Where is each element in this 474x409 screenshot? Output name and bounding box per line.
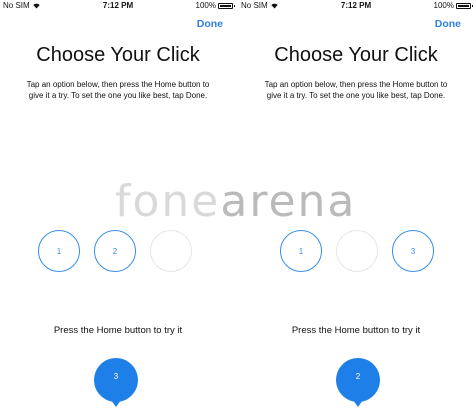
bubble-shape — [94, 358, 138, 407]
battery-group: 100% — [195, 1, 235, 10]
click-option-3[interactable]: 3 — [392, 230, 434, 272]
done-button[interactable]: Done — [435, 18, 461, 30]
screen-left: No SIM 7:12 PM 100% Done Choose Your Cli… — [0, 0, 236, 409]
comparison-canvas: No SIM 7:12 PM 100% Done Choose Your Cli… — [0, 0, 474, 409]
result-bubble: 2 — [336, 358, 380, 407]
bubble-value: 2 — [355, 372, 361, 381]
battery-icon — [456, 2, 473, 9]
result-bubble: 3 — [94, 358, 138, 407]
battery-icon — [218, 2, 235, 9]
click-option-2[interactable] — [336, 230, 378, 272]
battery-percent: 100% — [433, 1, 454, 10]
done-button[interactable]: Done — [197, 18, 223, 30]
click-option-1[interactable]: 1 — [280, 230, 322, 272]
page-title: Choose Your Click — [274, 44, 438, 66]
instructions-text: Tap an option below, then press the Home… — [264, 80, 448, 100]
screen-right: No SIM 7:12 PM 100% Done Choose Your Cli… — [238, 0, 474, 409]
click-option-3[interactable] — [150, 230, 192, 272]
click-option-1[interactable]: 1 — [38, 230, 80, 272]
click-option-2[interactable]: 2 — [94, 230, 136, 272]
try-prompt: Press the Home button to try it — [53, 325, 183, 336]
instructions-text: Tap an option below, then press the Home… — [26, 80, 210, 100]
bubble-shape — [336, 358, 380, 407]
battery-group: 100% — [433, 1, 473, 10]
status-bar: No SIM 7:12 PM 100% — [0, 0, 236, 12]
battery-percent: 100% — [195, 1, 216, 10]
page-title: Choose Your Click — [36, 44, 200, 66]
try-prompt: Press the Home button to try it — [291, 325, 421, 336]
status-bar: No SIM 7:12 PM 100% — [238, 0, 474, 12]
bubble-value: 3 — [113, 372, 119, 381]
